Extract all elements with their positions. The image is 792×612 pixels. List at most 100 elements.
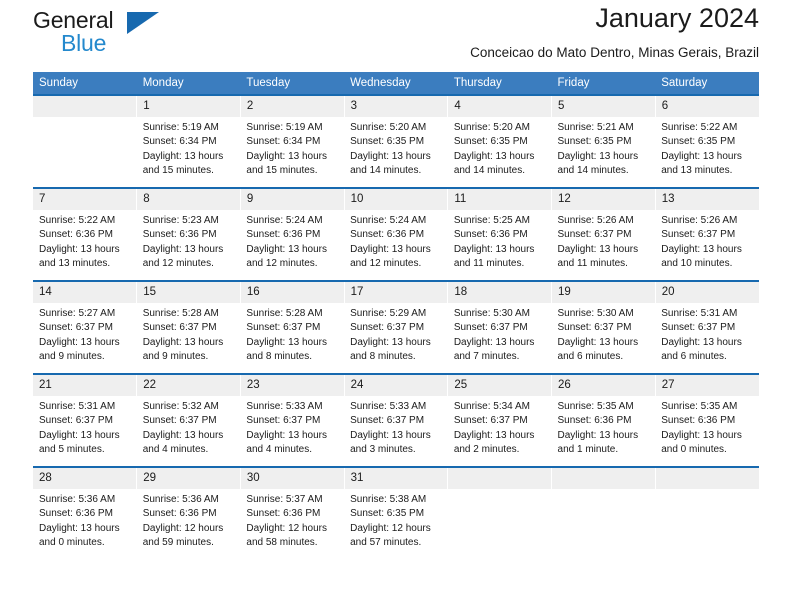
daylight-text: Daylight: 13 hours and 11 minutes. (557, 243, 639, 269)
calendar-table: Sunday Monday Tuesday Wednesday Thursday… (33, 72, 759, 559)
day-detail: Sunrise: 5:38 AM Sunset: 6:35 PM Daylight:… (344, 489, 448, 559)
day-number[interactable]: 2 (240, 96, 345, 117)
sunrise-text: Sunrise: 5:23 AM (142, 215, 219, 226)
day-number-row: 14 15 16 17 18 19 20 (33, 282, 759, 303)
page-title: January 2024 (595, 3, 759, 33)
sunrise-text: Sunrise: 5:28 AM (142, 308, 219, 319)
day-number[interactable]: 29 (136, 468, 241, 489)
sunrise-text: Sunrise: 5:38 AM (350, 494, 427, 505)
sunset-text: Sunset: 6:36 PM (142, 229, 217, 241)
sunrise-text: Sunrise: 5:24 AM (246, 215, 323, 226)
weekday-friday: Friday (551, 72, 656, 94)
day-number[interactable]: 23 (240, 375, 345, 396)
sunrise-text: Sunrise: 5:20 AM (453, 122, 530, 133)
sunset-text: Sunset: 6:36 PM (453, 229, 528, 241)
sunrise-text: Sunrise: 5:37 AM (246, 494, 323, 505)
day-number[interactable]: 17 (344, 282, 449, 303)
day-number[interactable]: 12 (551, 189, 656, 210)
day-number[interactable]: 14 (33, 282, 138, 303)
day-number[interactable]: 7 (33, 189, 138, 210)
day-number[interactable]: 25 (447, 375, 553, 396)
day-number[interactable]: 27 (655, 375, 759, 396)
sunset-text: Sunset: 6:37 PM (350, 415, 425, 427)
weekday-thursday: Thursday (447, 72, 552, 94)
day-detail: Sunrise: 5:28 AM Sunset: 6:37 PM Daylight:… (240, 303, 345, 373)
day-number[interactable]: 4 (447, 96, 553, 117)
day-number[interactable]: 5 (551, 96, 656, 117)
day-number[interactable]: 20 (655, 282, 759, 303)
weekday-saturday: Saturday (655, 72, 759, 94)
weekday-monday: Monday (136, 72, 241, 94)
day-number[interactable]: 18 (447, 282, 553, 303)
day-detail: Sunrise: 5:30 AM Sunset: 6:37 PM Daylight:… (551, 303, 656, 373)
daylight-text: Daylight: 13 hours and 9 minutes. (39, 336, 120, 362)
day-number[interactable]: 1 (136, 96, 241, 117)
day-detail: Sunrise: 5:28 AM Sunset: 6:37 PM Daylight:… (136, 303, 241, 373)
day-number[interactable]: 31 (344, 468, 449, 489)
sunset-text: Sunset: 6:37 PM (350, 322, 425, 334)
sunrise-text: Sunrise: 5:29 AM (350, 308, 427, 319)
sunset-text: Sunset: 6:34 PM (246, 136, 321, 148)
day-detail-row: Sunrise: 5:36 AM Sunset: 6:36 PM Daylight:… (33, 489, 759, 559)
day-number[interactable]: 10 (344, 189, 449, 210)
day-detail: Sunrise: 5:35 AM Sunset: 6:36 PM Daylight:… (551, 396, 656, 466)
daylight-text: Daylight: 12 hours and 57 minutes. (350, 522, 431, 548)
sunset-text: Sunset: 6:37 PM (453, 415, 528, 427)
sunrise-text: Sunrise: 5:26 AM (661, 215, 738, 226)
day-detail: Sunrise: 5:32 AM Sunset: 6:37 PM Daylight:… (136, 396, 241, 466)
sunrise-text: Sunrise: 5:27 AM (39, 308, 116, 319)
day-number[interactable]: 11 (447, 189, 553, 210)
title-block: January 2024 Conceicao do Mato Dentro, M… (470, 0, 759, 60)
day-number[interactable]: 28 (33, 468, 138, 489)
day-detail-row: Sunrise: 5:19 AM Sunset: 6:34 PM Daylight:… (33, 117, 759, 187)
day-number[interactable]: 19 (551, 282, 656, 303)
day-number[interactable]: 26 (551, 375, 656, 396)
daylight-text: Daylight: 13 hours and 12 minutes. (246, 243, 328, 269)
day-number[interactable]: 21 (33, 375, 138, 396)
day-number[interactable]: 8 (136, 189, 241, 210)
daylight-text: Daylight: 12 hours and 58 minutes. (246, 522, 328, 548)
daylight-text: Daylight: 13 hours and 11 minutes. (453, 243, 535, 269)
day-number[interactable]: 13 (655, 189, 759, 210)
daylight-text: Daylight: 13 hours and 1 minute. (557, 429, 639, 455)
day-number[interactable]: 15 (136, 282, 241, 303)
daylight-text: Daylight: 13 hours and 15 minutes. (246, 150, 328, 176)
day-detail-empty (33, 117, 137, 187)
day-number[interactable]: 22 (136, 375, 241, 396)
day-number[interactable]: 24 (344, 375, 449, 396)
sunrise-text: Sunrise: 5:24 AM (350, 215, 427, 226)
day-detail: Sunrise: 5:26 AM Sunset: 6:37 PM Daylight:… (655, 210, 759, 280)
sunset-text: Sunset: 6:37 PM (39, 322, 113, 334)
daylight-text: Daylight: 13 hours and 5 minutes. (39, 429, 120, 455)
day-number[interactable]: 16 (240, 282, 345, 303)
day-number[interactable]: 3 (344, 96, 449, 117)
daylight-text: Daylight: 13 hours and 12 minutes. (142, 243, 224, 269)
day-cell-empty (33, 96, 138, 117)
sunrise-text: Sunrise: 5:30 AM (557, 308, 634, 319)
day-number[interactable]: 6 (655, 96, 759, 117)
day-detail: Sunrise: 5:30 AM Sunset: 6:37 PM Daylight:… (447, 303, 552, 373)
sunrise-text: Sunrise: 5:22 AM (661, 122, 738, 133)
day-number[interactable]: 30 (240, 468, 345, 489)
day-detail-empty (447, 489, 552, 559)
day-detail: Sunrise: 5:31 AM Sunset: 6:37 PM Daylight:… (33, 396, 137, 466)
day-detail: Sunrise: 5:22 AM Sunset: 6:35 PM Daylight:… (655, 117, 759, 187)
day-number[interactable]: 9 (240, 189, 345, 210)
sunset-text: Sunset: 6:35 PM (350, 136, 425, 148)
brand-logo[interactable]: General Blue (33, 9, 163, 65)
brand-name-general: General (33, 7, 114, 33)
day-detail: Sunrise: 5:25 AM Sunset: 6:36 PM Daylight:… (447, 210, 552, 280)
daylight-text: Daylight: 13 hours and 4 minutes. (142, 429, 224, 455)
sunrise-text: Sunrise: 5:35 AM (661, 401, 738, 412)
weekday-tuesday: Tuesday (240, 72, 345, 94)
daylight-text: Daylight: 13 hours and 8 minutes. (246, 336, 328, 362)
day-detail: Sunrise: 5:29 AM Sunset: 6:37 PM Daylight:… (344, 303, 448, 373)
day-detail-row: Sunrise: 5:27 AM Sunset: 6:37 PM Daylight:… (33, 303, 759, 373)
day-detail: Sunrise: 5:24 AM Sunset: 6:36 PM Daylight:… (344, 210, 448, 280)
sunrise-text: Sunrise: 5:34 AM (453, 401, 530, 412)
weekday-header-row: Sunday Monday Tuesday Wednesday Thursday… (33, 72, 759, 94)
location-subtitle: Conceicao do Mato Dentro, Minas Gerais, … (470, 44, 759, 60)
sunset-text: Sunset: 6:37 PM (661, 229, 736, 241)
sunrise-text: Sunrise: 5:25 AM (453, 215, 530, 226)
page-header: General Blue January 2024 Conceicao do M… (33, 0, 759, 72)
